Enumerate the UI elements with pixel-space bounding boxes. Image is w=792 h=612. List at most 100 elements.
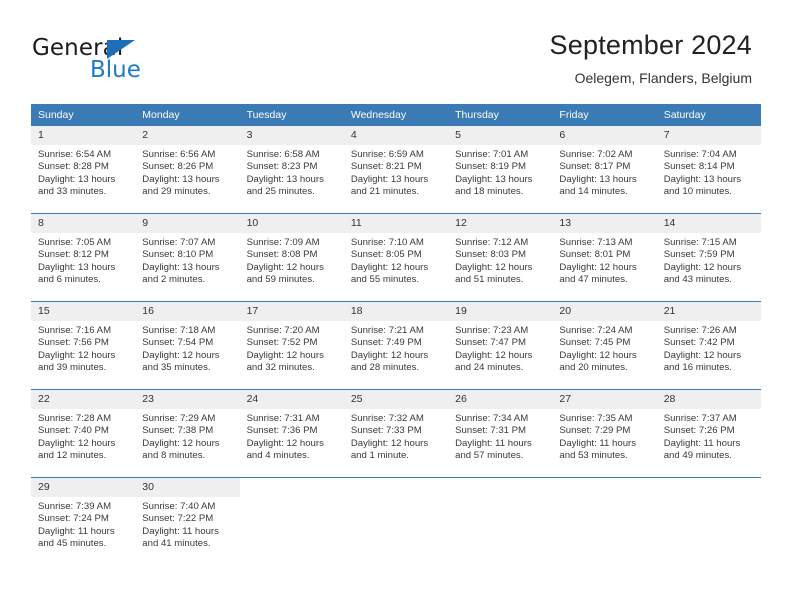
weekday-header-monday: Monday (135, 104, 240, 126)
sunset-text: Sunset: 7:36 PM (246, 425, 318, 437)
weekday-header-saturday: Saturday (656, 104, 761, 126)
daylight-text-line2: and 32 minutes. (246, 362, 315, 374)
day-number (239, 478, 344, 497)
sunrise-text: Sunrise: 7:01 AM (455, 149, 529, 160)
sunrise-text: Sunrise: 7:28 AM (38, 413, 112, 424)
day-cell[interactable]: 20 Sunrise: 7:24 AM Sunset: 7:45 PM Dayligh… (552, 301, 657, 390)
day-cell[interactable]: 28 Sunrise: 7:37 AM Sunset: 7:26 PM Dayligh… (656, 389, 761, 478)
day-cell[interactable]: 10 Sunrise: 7:09 AM Sunset: 8:08 PM Dayligh… (239, 213, 344, 302)
day-cell[interactable]: 25 Sunrise: 7:32 AM Sunset: 7:33 PM Dayligh… (343, 389, 449, 478)
daylight-text-line1: Daylight: 13 hours (38, 173, 116, 185)
day-cell[interactable]: 5 Sunrise: 7:01 AM Sunset: 8:19 PM Daylight… (448, 126, 553, 214)
day-details: Sunrise: 7:04 AM Sunset: 8:14 PM Daylight:… (657, 145, 761, 199)
day-number (343, 478, 449, 497)
day-cell[interactable]: 22 Sunrise: 7:28 AM Sunset: 7:40 PM Dayligh… (31, 389, 136, 478)
daylight-text-line1: Daylight: 13 hours (246, 173, 324, 185)
sunset-text: Sunset: 7:40 PM (38, 425, 109, 437)
daylight-text-line2: and 18 minutes. (455, 186, 524, 198)
sunset-text: Sunset: 8:19 PM (455, 161, 527, 173)
day-details: Sunrise: 7:15 AM Sunset: 7:59 PM Daylight:… (657, 233, 761, 287)
day-cell-empty (239, 477, 344, 565)
daylight-text-line1: Daylight: 12 hours (559, 261, 637, 273)
day-cell[interactable]: 15 Sunrise: 7:16 AM Sunset: 7:56 PM Dayligh… (31, 301, 136, 390)
sunrise-text: Sunrise: 7:09 AM (246, 237, 320, 248)
sunrise-text: Sunrise: 7:10 AM (350, 237, 424, 248)
day-cell[interactable]: 17 Sunrise: 7:20 AM Sunset: 7:52 PM Dayligh… (239, 301, 344, 390)
day-cell[interactable]: 29 Sunrise: 7:39 AM Sunset: 7:24 PM Dayligh… (31, 477, 136, 565)
sunset-text: Sunset: 7:56 PM (38, 337, 109, 349)
daylight-text-line2: and 53 minutes. (559, 450, 628, 462)
day-number: 27 (552, 390, 657, 409)
daylight-text-line1: Daylight: 12 hours (246, 437, 324, 449)
daylight-text-line1: Daylight: 13 hours (663, 173, 742, 185)
day-details: Sunrise: 7:35 AM Sunset: 7:29 PM Daylight:… (552, 409, 656, 463)
day-number (448, 478, 553, 497)
day-cell[interactable]: 3 Sunrise: 6:58 AM Sunset: 8:23 PM Daylight… (239, 126, 344, 214)
sunrise-text: Sunrise: 7:20 AM (246, 325, 320, 336)
daylight-text-line2: and 39 minutes. (38, 362, 107, 374)
sunset-text: Sunset: 8:12 PM (38, 249, 109, 261)
day-cell[interactable]: 1 Sunrise: 6:54 AM Sunset: 8:28 PM Daylight… (31, 126, 136, 214)
day-cell[interactable]: 21 Sunrise: 7:26 AM Sunset: 7:42 PM Dayligh… (656, 301, 761, 390)
day-cell[interactable]: 12 Sunrise: 7:12 AM Sunset: 8:03 PM Dayligh… (448, 213, 553, 302)
sunset-text: Sunset: 7:42 PM (663, 337, 735, 349)
sunrise-text: Sunrise: 7:18 AM (142, 325, 216, 336)
day-details (448, 497, 552, 501)
day-cell[interactable]: 30 Sunrise: 7:40 AM Sunset: 7:22 PM Dayligh… (135, 477, 240, 565)
day-number: 19 (448, 302, 553, 321)
daylight-text-line2: and 21 minutes. (350, 186, 420, 198)
day-number: 4 (343, 126, 449, 145)
day-cell[interactable]: 4 Sunrise: 6:59 AM Sunset: 8:21 PM Daylight… (343, 126, 449, 214)
general-blue-logo[interactable]: General Blue (32, 36, 272, 92)
day-cell[interactable]: 7 Sunrise: 7:04 AM Sunset: 8:14 PM Daylight… (656, 126, 761, 214)
day-number: 12 (448, 214, 553, 233)
day-cell[interactable]: 13 Sunrise: 7:13 AM Sunset: 8:01 PM Dayligh… (552, 213, 657, 302)
day-cell[interactable]: 6 Sunrise: 7:02 AM Sunset: 8:17 PM Daylight… (552, 126, 657, 214)
daylight-text-line2: and 12 minutes. (38, 450, 107, 462)
day-cell[interactable]: 26 Sunrise: 7:34 AM Sunset: 7:31 PM Dayligh… (448, 389, 553, 478)
day-details: Sunrise: 6:54 AM Sunset: 8:28 PM Daylight:… (31, 145, 135, 199)
weekday-header-row: Sunday Monday Tuesday Wednesday Thursday… (31, 104, 761, 126)
week-row: 1 Sunrise: 6:54 AM Sunset: 8:28 PM Daylight… (31, 126, 761, 214)
day-details: Sunrise: 7:10 AM Sunset: 8:05 PM Daylight:… (344, 233, 448, 287)
day-cell[interactable]: 2 Sunrise: 6:56 AM Sunset: 8:26 PM Daylight… (135, 126, 240, 214)
day-number: 28 (656, 390, 761, 409)
daylight-text-line2: and 4 minutes. (246, 450, 310, 462)
daylight-text-line2: and 6 minutes. (38, 274, 101, 286)
day-cell[interactable]: 11 Sunrise: 7:10 AM Sunset: 8:05 PM Dayligh… (343, 213, 449, 302)
day-cell[interactable]: 18 Sunrise: 7:21 AM Sunset: 7:49 PM Dayligh… (343, 301, 449, 390)
day-number: 8 (31, 214, 136, 233)
day-number: 26 (448, 390, 553, 409)
daylight-text-line1: Daylight: 12 hours (142, 437, 220, 449)
daylight-text-line2: and 57 minutes. (455, 450, 524, 462)
day-cell[interactable]: 23 Sunrise: 7:29 AM Sunset: 7:38 PM Dayligh… (135, 389, 240, 478)
day-details (240, 497, 344, 501)
day-cell[interactable]: 24 Sunrise: 7:31 AM Sunset: 7:36 PM Dayligh… (239, 389, 344, 478)
daylight-text-line2: and 1 minute. (350, 450, 409, 462)
sunrise-text: Sunrise: 7:40 AM (142, 501, 216, 512)
daylight-text-line2: and 8 minutes. (142, 450, 206, 462)
day-cell[interactable]: 8 Sunrise: 7:05 AM Sunset: 8:12 PM Daylight… (31, 213, 136, 302)
day-cell[interactable]: 19 Sunrise: 7:23 AM Sunset: 7:47 PM Dayligh… (448, 301, 553, 390)
day-details: Sunrise: 7:05 AM Sunset: 8:12 PM Daylight:… (31, 233, 135, 287)
day-number: 25 (343, 390, 449, 409)
sunset-text: Sunset: 8:03 PM (455, 249, 527, 261)
sunset-text: Sunset: 8:26 PM (142, 161, 214, 173)
day-cell-empty (552, 477, 657, 565)
day-number: 18 (343, 302, 449, 321)
day-cell[interactable]: 27 Sunrise: 7:35 AM Sunset: 7:29 PM Dayligh… (552, 389, 657, 478)
daylight-text-line1: Daylight: 13 hours (559, 173, 637, 185)
day-details: Sunrise: 7:24 AM Sunset: 7:45 PM Daylight:… (552, 321, 656, 375)
day-cell[interactable]: 16 Sunrise: 7:18 AM Sunset: 7:54 PM Dayligh… (135, 301, 240, 390)
day-details: Sunrise: 7:09 AM Sunset: 8:08 PM Daylight:… (240, 233, 344, 287)
day-cell[interactable]: 9 Sunrise: 7:07 AM Sunset: 8:10 PM Daylight… (135, 213, 240, 302)
daylight-text-line1: Daylight: 12 hours (350, 261, 429, 273)
day-number: 30 (135, 478, 240, 497)
daylight-text-line1: Daylight: 11 hours (142, 525, 219, 537)
day-cell-empty (448, 477, 553, 565)
daylight-text-line2: and 35 minutes. (142, 362, 211, 374)
daylight-text-line1: Daylight: 12 hours (246, 261, 324, 273)
day-cell[interactable]: 14 Sunrise: 7:15 AM Sunset: 7:59 PM Dayligh… (656, 213, 761, 302)
day-number: 29 (31, 478, 136, 497)
sunrise-text: Sunrise: 7:05 AM (38, 237, 112, 248)
